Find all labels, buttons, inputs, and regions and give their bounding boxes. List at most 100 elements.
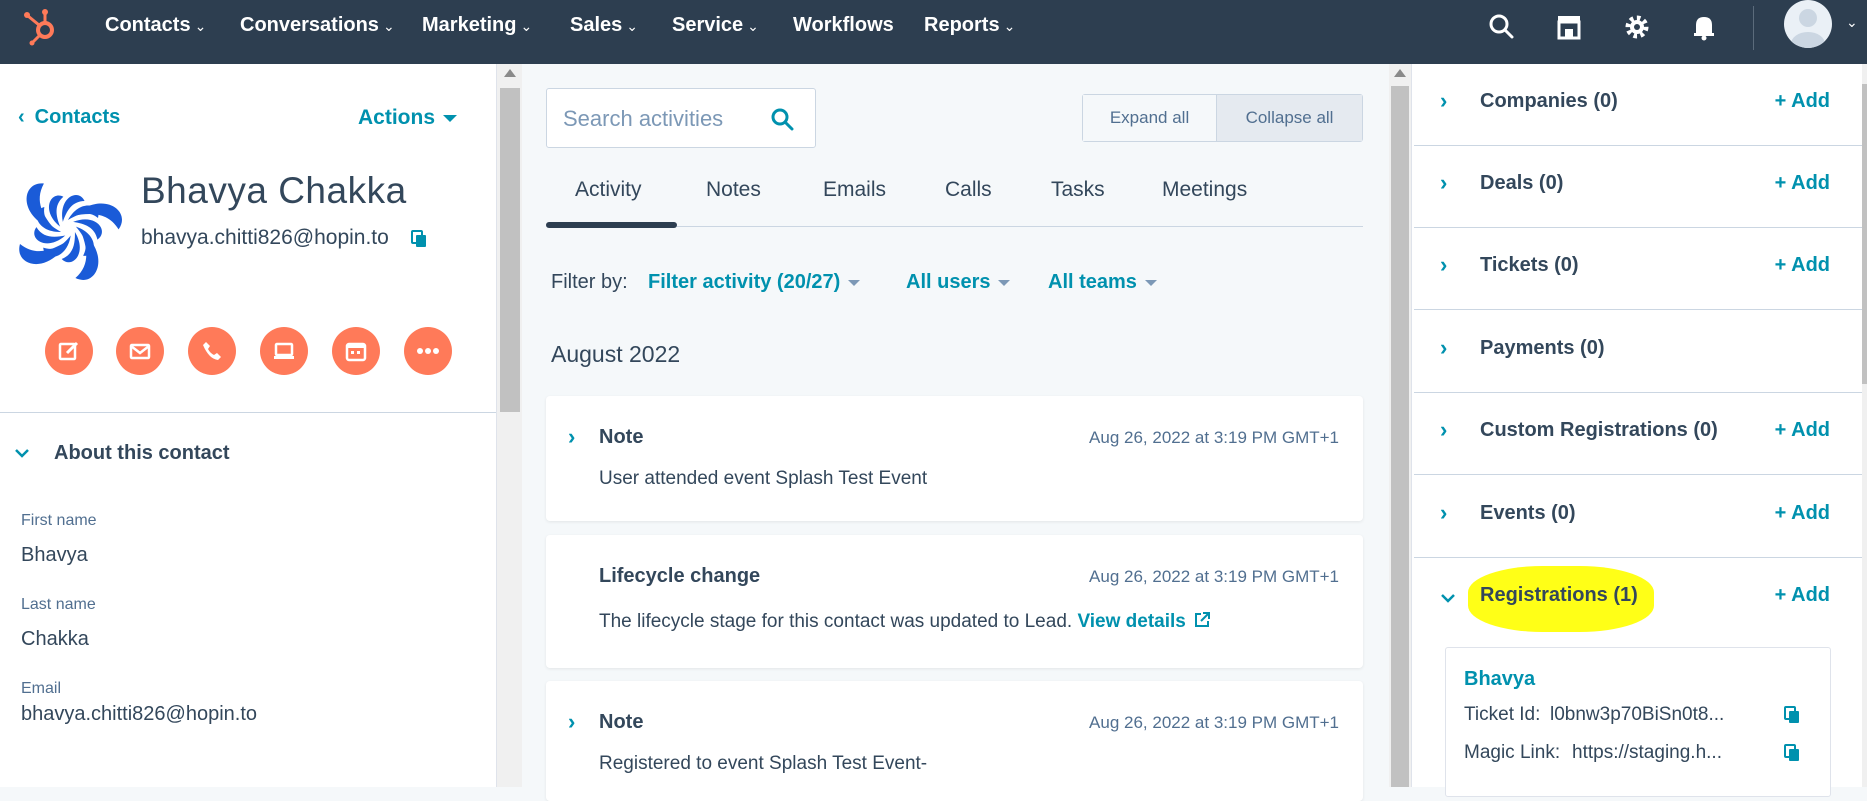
registration-name-link[interactable]: Bhavya: [1464, 668, 1535, 691]
expand-collapse-group: Expand all Collapse all: [1082, 94, 1363, 142]
marketplace-icon[interactable]: [1552, 10, 1586, 44]
add-company-button[interactable]: + Add: [1775, 90, 1830, 113]
activity-card-note[interactable]: › Note Aug 26, 2022 at 3:19 PM GMT+1 Reg…: [546, 681, 1363, 801]
chevron-down-icon: ⌄: [382, 18, 395, 34]
create-note-button[interactable]: [45, 327, 93, 375]
nav-service[interactable]: Service ⌄: [672, 14, 759, 37]
chevron-right-icon[interactable]: ›: [568, 424, 575, 450]
nav-marketing[interactable]: Marketing ⌄: [422, 14, 532, 37]
chevron-right-icon[interactable]: ›: [568, 709, 575, 735]
search-activities-input[interactable]: Search activities: [546, 88, 816, 148]
user-avatar-icon: [1791, 9, 1825, 48]
actions-dropdown[interactable]: Actions: [358, 106, 458, 130]
tab-calls[interactable]: Calls: [945, 178, 992, 202]
section-title[interactable]: Custom Registrations (0): [1480, 419, 1718, 442]
timeline-scrollbar[interactable]: [1389, 64, 1411, 787]
contact-company-logo: [19, 183, 122, 280]
nav-sales[interactable]: Sales ⌄: [570, 14, 638, 37]
chevron-right-icon[interactable]: ›: [1440, 417, 1447, 443]
chevron-down-icon[interactable]: [1440, 592, 1456, 604]
hubspot-logo-icon[interactable]: [20, 6, 60, 46]
add-event-button[interactable]: + Add: [1775, 502, 1830, 525]
month-header: August 2022: [551, 341, 681, 367]
collapse-all-button[interactable]: Collapse all: [1217, 95, 1362, 141]
tab-activity[interactable]: Activity: [575, 178, 642, 202]
nav-workflows[interactable]: Workflows: [793, 14, 894, 37]
right-panel-scrollbar[interactable]: [1862, 64, 1867, 787]
expand-all-button[interactable]: Expand all: [1083, 95, 1218, 141]
caret-down-icon: [1144, 279, 1157, 286]
view-details-link[interactable]: View details: [1077, 611, 1211, 632]
property-value-email[interactable]: bhavya.chitti826@hopin.to: [21, 703, 257, 726]
chevron-down-icon[interactable]: ⌄: [1846, 14, 1858, 31]
schedule-meeting-button[interactable]: [332, 327, 380, 375]
nav-conversations[interactable]: Conversations ⌄: [240, 14, 395, 37]
send-email-button[interactable]: [116, 327, 164, 375]
copy-icon[interactable]: [411, 230, 427, 248]
tab-meetings[interactable]: Meetings: [1162, 178, 1247, 202]
section-registrations: Registrations (1) + Add: [1414, 558, 1862, 640]
add-deal-button[interactable]: + Add: [1775, 172, 1830, 195]
scroll-up-arrow-icon[interactable]: [504, 69, 516, 77]
scroll-up-arrow-icon[interactable]: [1394, 69, 1406, 77]
activity-card-title: Note: [599, 711, 644, 733]
nav-contacts[interactable]: Contacts ⌄: [105, 14, 206, 37]
search-icon[interactable]: [769, 106, 795, 132]
section-title[interactable]: Events (0): [1480, 502, 1576, 525]
search-icon[interactable]: [1485, 10, 1519, 44]
all-users-dropdown[interactable]: All users: [906, 271, 1011, 294]
activity-card-title: Lifecycle change: [599, 565, 761, 587]
tab-emails[interactable]: Emails: [823, 178, 886, 202]
contact-name[interactable]: Bhavya Chakka: [141, 170, 407, 212]
copy-icon[interactable]: [1784, 706, 1800, 724]
section-title[interactable]: Registrations (1): [1480, 584, 1638, 607]
chevron-right-icon[interactable]: ›: [1440, 170, 1447, 196]
filter-activity-dropdown[interactable]: Filter activity (20/27): [648, 271, 861, 294]
section-title[interactable]: Deals (0): [1480, 172, 1563, 195]
section-title[interactable]: Tickets (0): [1480, 254, 1579, 277]
copy-icon[interactable]: [1784, 744, 1800, 762]
activity-card-note[interactable]: › Note Aug 26, 2022 at 3:19 PM GMT+1 Use…: [546, 396, 1363, 521]
activity-card-lifecycle[interactable]: Lifecycle change Aug 26, 2022 at 3:19 PM…: [546, 535, 1363, 668]
nav-reports[interactable]: Reports ⌄: [924, 14, 1015, 37]
left-panel-scrollbar[interactable]: [496, 64, 522, 787]
edit-note-icon: [58, 341, 79, 361]
chevron-right-icon[interactable]: ›: [1440, 252, 1447, 278]
chevron-right-icon[interactable]: ›: [1440, 335, 1447, 361]
section-events: › Events (0) + Add: [1414, 476, 1862, 558]
add-custom-registration-button[interactable]: + Add: [1775, 419, 1830, 442]
scrollbar-thumb[interactable]: [1391, 86, 1409, 787]
chevron-down-icon: ⌄: [747, 18, 759, 34]
divider: [0, 412, 496, 413]
more-actions-button[interactable]: [404, 327, 452, 375]
ticket-id-label: Ticket Id:: [1464, 704, 1541, 725]
chevron-down-icon: ⌄: [194, 18, 207, 34]
scrollbar-thumb[interactable]: [500, 88, 520, 412]
settings-gear-icon[interactable]: [1620, 10, 1654, 44]
tab-notes[interactable]: Notes: [706, 178, 761, 202]
section-title[interactable]: Payments (0): [1480, 337, 1605, 360]
chevron-right-icon[interactable]: ›: [1440, 500, 1447, 526]
make-call-button[interactable]: [188, 327, 236, 375]
about-this-contact-toggle[interactable]: About this contact: [14, 442, 230, 465]
activity-card-body: The lifecycle stage for this contact was…: [599, 611, 1211, 633]
filter-by-label: Filter by:: [551, 271, 628, 293]
add-ticket-button[interactable]: + Add: [1775, 254, 1830, 277]
activity-card-timestamp: Aug 26, 2022 at 3:19 PM GMT+1: [1089, 713, 1339, 732]
email-icon: [129, 343, 151, 360]
notifications-bell-icon[interactable]: [1687, 10, 1721, 44]
log-activity-button[interactable]: [260, 327, 308, 375]
section-title[interactable]: Companies (0): [1480, 90, 1618, 113]
all-teams-dropdown[interactable]: All teams: [1048, 271, 1157, 294]
property-value-first-name[interactable]: Bhavya: [21, 544, 88, 567]
section-payments: › Payments (0): [1414, 311, 1862, 393]
tab-tasks[interactable]: Tasks: [1051, 178, 1105, 202]
back-to-contacts-link[interactable]: ‹ Contacts: [18, 106, 120, 129]
add-registration-button[interactable]: + Add: [1775, 584, 1830, 607]
user-avatar[interactable]: [1784, 0, 1832, 48]
section-deals: › Deals (0) + Add: [1414, 146, 1862, 228]
scrollbar-thumb[interactable]: [1862, 84, 1867, 384]
chevron-down-icon: ⌄: [1003, 18, 1016, 34]
property-value-last-name[interactable]: Chakka: [21, 628, 89, 651]
chevron-right-icon[interactable]: ›: [1440, 88, 1447, 114]
